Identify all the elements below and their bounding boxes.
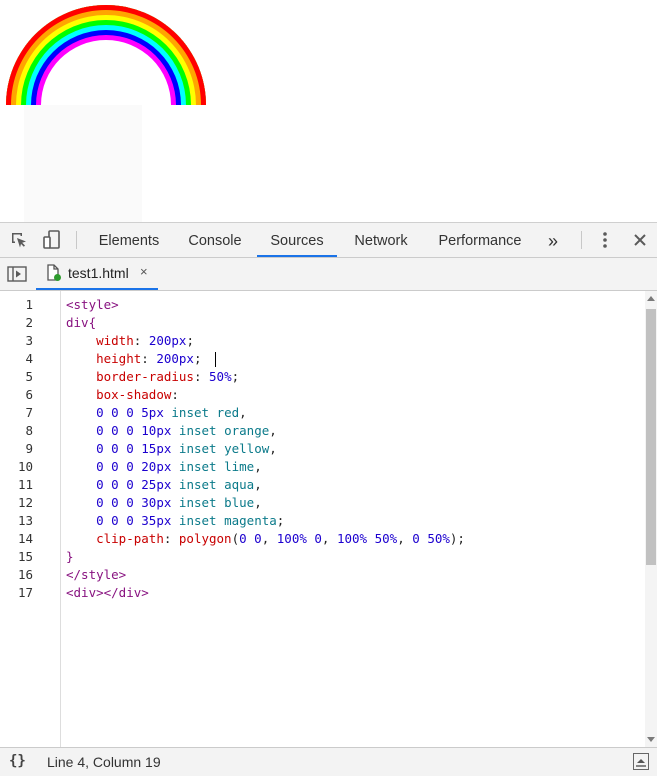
- file-tab-bar: test1.html ×: [0, 258, 657, 291]
- device-toolbar-icon[interactable]: [41, 229, 63, 251]
- tab-network[interactable]: Network: [342, 223, 420, 257]
- file-tab-test1[interactable]: test1.html ×: [36, 258, 158, 290]
- status-bar: {} Line 4, Column 19: [0, 747, 657, 776]
- line-number[interactable]: 5: [25, 369, 33, 384]
- file-tab-name: test1.html: [68, 265, 129, 281]
- code-line-1: <style>: [66, 297, 119, 312]
- file-tab-close-button[interactable]: ×: [140, 264, 148, 279]
- line-number[interactable]: 9: [25, 441, 33, 456]
- code-line-11: 0 0 0 25px inset aqua,: [96, 477, 262, 492]
- code-line-7: 0 0 0 5px inset red,: [96, 405, 247, 420]
- tab-console[interactable]: Console: [178, 223, 252, 257]
- code-line-17: <div></div>: [66, 585, 149, 600]
- line-number-gutter: 1 2 3 4 5 6 7 8 9 10 11 12 13 14 15 16 17: [0, 291, 61, 747]
- code-line-2: div{: [66, 315, 97, 330]
- close-icon[interactable]: [629, 229, 651, 251]
- line-number[interactable]: 1: [25, 297, 33, 312]
- devtools-toolbar: Elements Console Sources Network Perform…: [0, 223, 657, 258]
- page-viewport: [0, 0, 657, 222]
- code-line-8: 0 0 0 10px inset orange,: [96, 423, 277, 438]
- file-icon: [46, 264, 62, 287]
- text-cursor: [215, 352, 216, 367]
- more-tabs-button[interactable]: »: [540, 223, 566, 257]
- line-number[interactable]: 12: [18, 495, 33, 510]
- code-line-9: 0 0 0 15px inset yellow,: [96, 441, 277, 456]
- code-line-10: 0 0 0 20px inset lime,: [96, 459, 262, 474]
- code-line-12: 0 0 0 30px inset blue,: [96, 495, 262, 510]
- code-line-5: border-radius: 50%;: [96, 369, 240, 384]
- scroll-down-icon[interactable]: [647, 737, 655, 742]
- kebab-menu-icon[interactable]: [594, 229, 616, 251]
- line-number[interactable]: 3: [25, 333, 33, 348]
- line-number[interactable]: 8: [25, 423, 33, 438]
- line-number[interactable]: 13: [18, 513, 33, 528]
- line-number[interactable]: 15: [18, 549, 33, 564]
- line-number[interactable]: 4: [25, 351, 33, 366]
- scrollbar-thumb[interactable]: [646, 309, 656, 565]
- line-number[interactable]: 2: [25, 315, 33, 330]
- viewport-ghost-box: [24, 105, 142, 222]
- cursor-position: Line 4, Column 19: [47, 754, 161, 770]
- code-line-13: 0 0 0 35px inset magenta;: [96, 513, 285, 528]
- line-number[interactable]: 11: [18, 477, 33, 492]
- line-number[interactable]: 17: [18, 585, 33, 600]
- tab-performance[interactable]: Performance: [428, 223, 532, 257]
- code-line-3: width: 200px;: [96, 333, 194, 348]
- devtools-panel: Elements Console Sources Network Perform…: [0, 222, 657, 776]
- line-number[interactable]: 16: [18, 567, 33, 582]
- inspect-element-icon[interactable]: [8, 229, 30, 251]
- line-number[interactable]: 14: [18, 531, 33, 546]
- toggle-drawer-icon[interactable]: [633, 753, 649, 770]
- code-line-14: clip-path: polygon(0 0, 100% 0, 100% 50%…: [96, 531, 465, 546]
- toolbar-divider: [581, 231, 582, 249]
- code-line-4: height: 200px;: [96, 351, 202, 366]
- code-line-6: box-shadow:: [96, 387, 179, 402]
- code-line-15: }: [66, 549, 74, 564]
- scroll-up-icon[interactable]: [647, 296, 655, 301]
- line-number[interactable]: 7: [25, 405, 33, 420]
- tab-sources[interactable]: Sources: [257, 223, 337, 257]
- code-line-16: </style>: [66, 567, 127, 582]
- toolbar-divider: [76, 231, 77, 249]
- pretty-print-button[interactable]: {}: [9, 753, 26, 769]
- code-editor[interactable]: 1 2 3 4 5 6 7 8 9 10 11 12 13 14 15 16 17 <style> div{ w…: [0, 291, 645, 747]
- tab-elements[interactable]: Elements: [90, 223, 168, 257]
- editor-scrollbar[interactable]: [645, 291, 657, 747]
- line-number[interactable]: 6: [25, 387, 33, 402]
- toggle-navigator-icon[interactable]: [6, 263, 28, 285]
- line-number[interactable]: 10: [18, 459, 33, 474]
